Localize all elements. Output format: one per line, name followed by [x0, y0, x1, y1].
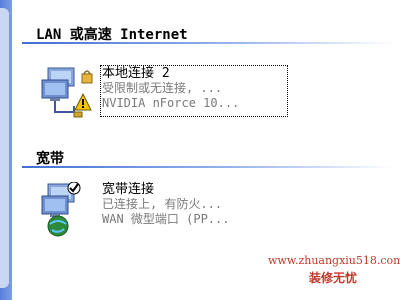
- section-header-lan: LAN 或高速 Internet: [12, 22, 400, 46]
- connection-text-block: 宽带连接 已连接上, 有防火... WAN 微型端口 (PP...: [102, 182, 229, 227]
- section-divider: [22, 166, 394, 168]
- connection-status: 已连接上, 有防火...: [102, 197, 223, 211]
- connection-status: 受限制或无连接, ...: [102, 81, 223, 95]
- watermark-url: www.zhuangxiu518.com: [268, 254, 400, 267]
- section-header-broadband: 宽带: [12, 146, 400, 170]
- section-divider: [22, 42, 394, 44]
- section-title-lan: LAN 或高速 Internet: [36, 27, 188, 43]
- watermark-label: 装修无忧: [308, 271, 357, 285]
- lan-connection-warning-icon: [40, 66, 100, 122]
- connection-item-local-2[interactable]: 本地连接 2 受限制或无连接, ... NVIDIA nForce 10...: [40, 65, 288, 122]
- site-watermark: www.zhuangxiu518.com 装修无忧: [268, 254, 400, 286]
- section-title-broadband: 宽带: [36, 151, 64, 167]
- connection-item-broadband[interactable]: 宽带连接 已连接上, 有防火... WAN 微型端口 (PP...: [40, 181, 260, 238]
- connection-name: 本地连接 2: [102, 66, 170, 81]
- left-task-pane: [0, 0, 12, 300]
- connection-device: NVIDIA nForce 10...: [102, 96, 240, 110]
- connection-device: WAN 微型端口 (PP...: [102, 212, 230, 226]
- left-task-pane-card: [0, 8, 9, 288]
- connection-name: 宽带连接: [102, 182, 155, 197]
- broadband-connection-icon: [40, 181, 100, 238]
- connection-text-block: 本地连接 2 受限制或无连接, ... NVIDIA nForce 10...: [102, 66, 239, 111]
